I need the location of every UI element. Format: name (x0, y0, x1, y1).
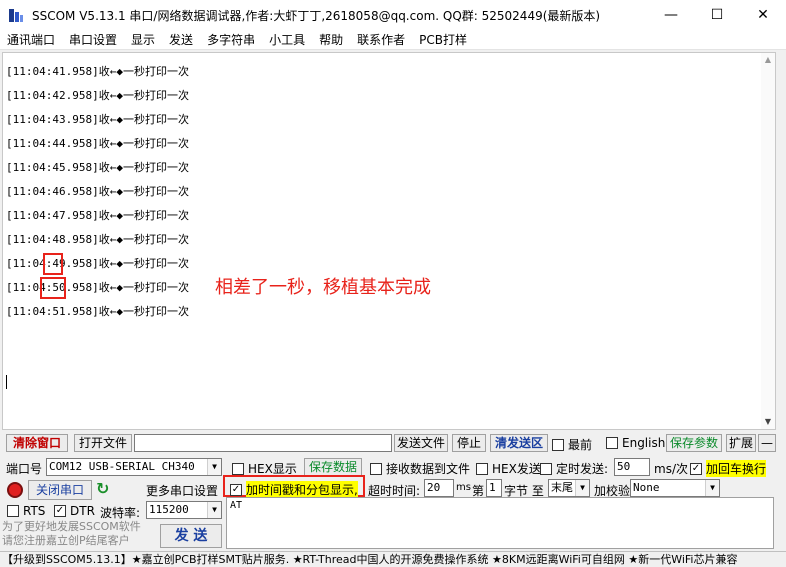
save-data-button[interactable]: 保存数据 (304, 458, 362, 476)
log-line: [11:04:42.958]收←◆一秒打印一次 (6, 89, 189, 102)
port-label: 端口号 (6, 462, 43, 476)
log-line: [11:04:51.958]收←◆一秒打印一次 (6, 305, 189, 318)
stop-button[interactable]: 停止 (452, 434, 486, 452)
chevron-down-icon: ▼ (207, 502, 221, 518)
send-file-button[interactable]: 发送文件 (394, 434, 448, 452)
dtr-checkbox[interactable]: ✓ DTR (54, 504, 95, 518)
interval-unit: ms/次 (654, 462, 688, 476)
log-line: [11:04:44.958]收←◆一秒打印一次 (6, 137, 189, 150)
highlight-49 (43, 253, 63, 275)
port-status-led-icon (7, 482, 23, 498)
timestamp-checkbox[interactable]: ✓ 加时间戳和分包显示, (230, 481, 358, 498)
rts-checkbox[interactable]: RTS (7, 504, 45, 518)
refresh-icon[interactable]: ↻ (96, 479, 109, 498)
receive-area[interactable]: [11:04:41.958]收←◆一秒打印一次 [11:04:42.958]收←… (2, 52, 776, 430)
menu-multi-string[interactable]: 多字符串 (200, 30, 262, 50)
menu-serial-settings[interactable]: 串口设置 (62, 30, 124, 50)
log-line: [11:04:45.958]收←◆一秒打印一次 (6, 161, 189, 174)
text-caret (6, 375, 7, 389)
baud-select[interactable]: 115200 ▼ (146, 501, 222, 519)
menu-display[interactable]: 显示 (124, 30, 162, 50)
menu-pcb[interactable]: PCB打样 (412, 30, 474, 50)
port-select[interactable]: COM12 USB-SERIAL CH340 ▼ (46, 458, 222, 476)
menu-help[interactable]: 帮助 (312, 30, 350, 50)
file-path-input[interactable] (134, 434, 392, 452)
maximize-button[interactable]: ☐ (694, 0, 740, 30)
receive-scrollbar[interactable]: ▲ ▼ (761, 53, 775, 429)
menu-send[interactable]: 发送 (162, 30, 200, 50)
menu-bar: 通讯端口 串口设置 显示 发送 多字符串 小工具 帮助 联系作者 PCB打样 (0, 30, 786, 50)
add-crlf-checkbox[interactable]: ✓ 加回车换行 (690, 460, 767, 477)
chevron-down-icon: ▼ (575, 480, 589, 496)
clear-send-button[interactable]: 清发送区 (490, 434, 548, 452)
end-select[interactable]: 末尾 ▼ (548, 479, 590, 497)
window-title: SSCOM V5.13.1 串口/网络数据调试器,作者:大虾丁丁,2618058… (32, 8, 601, 23)
menu-tools[interactable]: 小工具 (262, 30, 312, 50)
send-input[interactable]: AT (226, 497, 774, 549)
interval-input[interactable]: 50 (614, 458, 650, 476)
close-button[interactable]: ✕ (740, 0, 786, 30)
promo-text[interactable]: 为了更好地发展SSCOM软件 请您注册嘉立创P结尾客户 (2, 520, 141, 548)
scroll-up-icon[interactable]: ▲ (761, 53, 775, 67)
timeout-input[interactable]: 20 (424, 479, 454, 497)
status-bar: 【升级到SSCOM5.13.1】★嘉立创PCB打样SMT贴片服务. ★RT-Th… (0, 551, 786, 567)
hex-send-checkbox[interactable]: HEX发送 (476, 460, 541, 477)
close-port-button[interactable]: 关闭串口 (28, 480, 92, 500)
scroll-down-icon[interactable]: ▼ (761, 415, 775, 429)
send-button[interactable]: 发 送 (160, 524, 222, 548)
english-checkbox[interactable]: English (606, 436, 665, 450)
checksum-select[interactable]: None ▼ (630, 479, 720, 497)
timeout-unit: ms (456, 482, 471, 493)
more-settings-link[interactable]: 更多串口设置 (146, 482, 218, 499)
highlight-50 (40, 277, 66, 299)
log-line: [11:04:48.958]收←◆一秒打印一次 (6, 233, 189, 246)
frame-input[interactable]: 1 (486, 479, 502, 497)
clear-window-button[interactable]: 清除窗口 (6, 434, 68, 452)
log-line: [11:04:47.958]收←◆一秒打印一次 (6, 209, 189, 222)
log-line: [11:04:41.958]收←◆一秒打印一次 (6, 65, 189, 78)
annotation-text: 相差了一秒，移植基本完成 (215, 277, 431, 298)
topmost-checkbox[interactable]: 最前 (552, 436, 592, 453)
log-line: [11:04:46.958]收←◆一秒打印一次 (6, 185, 189, 198)
collapse-button[interactable]: — (758, 434, 776, 452)
chevron-down-icon: ▼ (207, 459, 221, 475)
menu-port[interactable]: 通讯端口 (0, 30, 62, 50)
menu-contact[interactable]: 联系作者 (350, 30, 412, 50)
save-params-button[interactable]: 保存参数 (666, 434, 722, 452)
open-file-button[interactable]: 打开文件 (74, 434, 132, 452)
window-controls: — ☐ ✕ (648, 0, 786, 30)
log-line: [11:04:49.958]收←◆一秒打印一次 (6, 257, 189, 270)
minimize-button[interactable]: — (648, 0, 694, 30)
timed-send-checkbox[interactable]: 定时发送: (540, 460, 608, 477)
title-bar: SSCOM V5.13.1 串口/网络数据调试器,作者:大虾丁丁,2618058… (0, 0, 786, 30)
expand-button[interactable]: 扩展 (726, 434, 756, 452)
baud-label: 波特率: (100, 506, 141, 520)
log-line: [11:04:43.958]收←◆一秒打印一次 (6, 113, 189, 126)
recv-to-file-checkbox[interactable]: 接收数据到文件 (370, 460, 470, 477)
log-line: [11:04:50.958]收←◆一秒打印一次 (6, 281, 189, 294)
app-icon (8, 7, 24, 23)
chevron-down-icon: ▼ (705, 480, 719, 496)
